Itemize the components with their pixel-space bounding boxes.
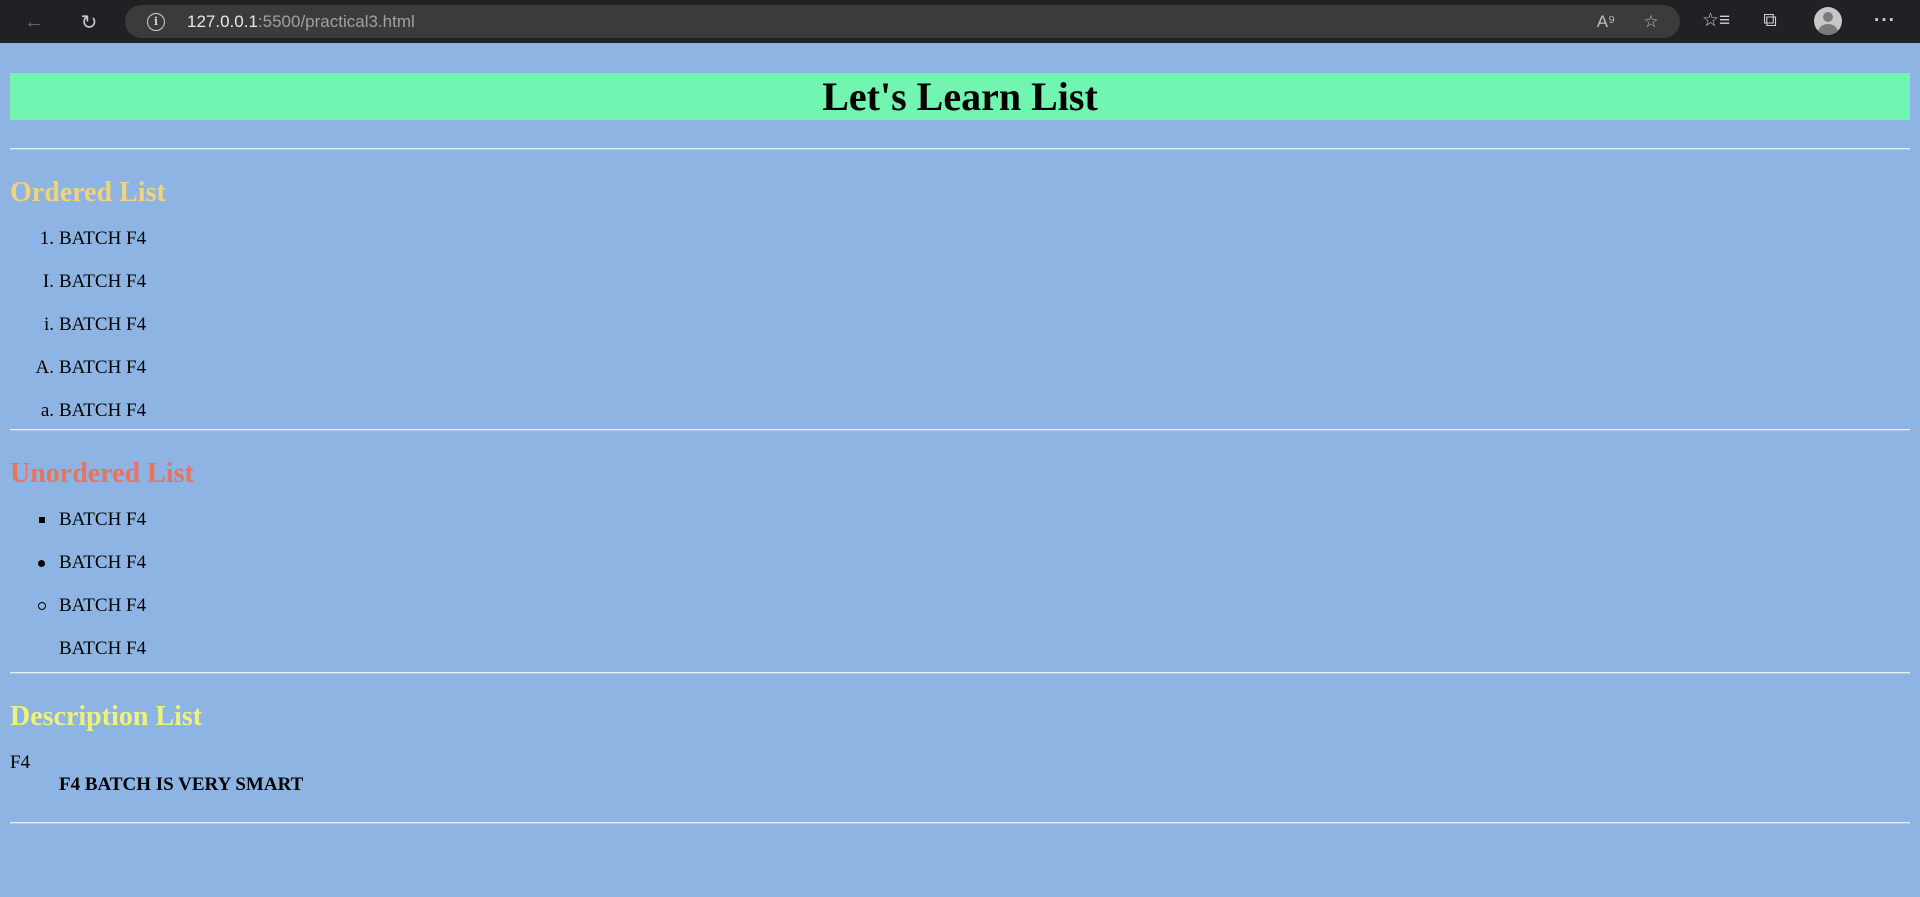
site-info-icon[interactable]: i: [147, 13, 165, 31]
list-item-text: BATCH F4: [59, 271, 147, 292]
profile-avatar[interactable]: [1814, 7, 1842, 35]
list-item: BATCH F4: [59, 638, 1910, 672]
list-item: A. BATCH F4: [36, 357, 1910, 400]
list-item-text: BATCH F4: [59, 314, 147, 335]
list-item-text: BATCH F4: [59, 400, 147, 421]
square-bullet-icon: [39, 517, 45, 523]
add-favorite-icon[interactable]: ☆: [1640, 11, 1662, 33]
list-item-text: BATCH F4: [59, 552, 147, 573]
url-text[interactable]: 127.0.0.1:5500/practical3.html: [187, 12, 415, 32]
list-item: BATCH F4: [38, 552, 1910, 595]
description-list-heading: Description List: [10, 701, 203, 732]
list-item: 1. BATCH F4: [40, 228, 1910, 271]
unordered-list: BATCH F4 BATCH F4 BATCH F4 BATCH F4: [10, 509, 1910, 672]
list-item-text: BATCH F4: [59, 228, 147, 249]
list-marker: A.: [35, 357, 54, 378]
list-item-text: BATCH F4: [59, 509, 147, 530]
divider: [10, 822, 1910, 824]
page-content: Let's Learn List Ordered List 1. BATCH F4…: [10, 43, 1910, 824]
address-bar[interactable]: i 127.0.0.1:5500/practical3.html A⁹ ☆: [125, 5, 1680, 38]
description-term: F4: [10, 752, 31, 773]
list-marker: a.: [40, 400, 54, 421]
list-item: BATCH F4: [39, 509, 1910, 552]
description-list: F4 F4 BATCH IS VERY SMART: [10, 752, 1910, 796]
description-definition: F4 BATCH IS VERY SMART: [59, 774, 304, 795]
list-item: a. BATCH F4: [41, 400, 1910, 429]
page-title: Let's Learn List: [10, 73, 1910, 120]
list-item: i. BATCH F4: [44, 314, 1910, 357]
collections-icon[interactable]: ⧉: [1757, 8, 1783, 34]
unordered-list-heading: Unordered List: [10, 458, 194, 489]
browser-toolbar: ← ↻ i 127.0.0.1:5500/practical3.html A⁹ …: [0, 0, 1920, 43]
list-item-text: BATCH F4: [59, 638, 147, 659]
list-item: BATCH F4: [38, 595, 1910, 638]
reload-icon[interactable]: ↻: [73, 6, 105, 38]
ordered-list: 1. BATCH F4 I. BATCH F4 i. BATCH F4 A. BATCH…: [10, 228, 1910, 429]
url-host: 127.0.0.1: [187, 12, 258, 31]
favorites-icon[interactable]: ☆≡: [1702, 8, 1730, 34]
read-aloud-icon[interactable]: A⁹: [1595, 11, 1617, 33]
circle-bullet-icon: [38, 602, 46, 610]
list-item: I. BATCH F4: [43, 271, 1910, 314]
list-marker: i.: [43, 314, 54, 335]
url-path: :5500/practical3.html: [257, 12, 415, 31]
ordered-list-heading: Ordered List: [10, 177, 166, 208]
more-options-icon[interactable]: ···: [1872, 8, 1898, 34]
list-item-text: BATCH F4: [59, 357, 147, 378]
list-item-text: BATCH F4: [59, 595, 147, 616]
disc-bullet-icon: [38, 560, 45, 567]
back-arrow-icon[interactable]: ←: [18, 6, 50, 38]
list-marker: I.: [42, 271, 54, 292]
list-marker: 1.: [39, 228, 54, 249]
